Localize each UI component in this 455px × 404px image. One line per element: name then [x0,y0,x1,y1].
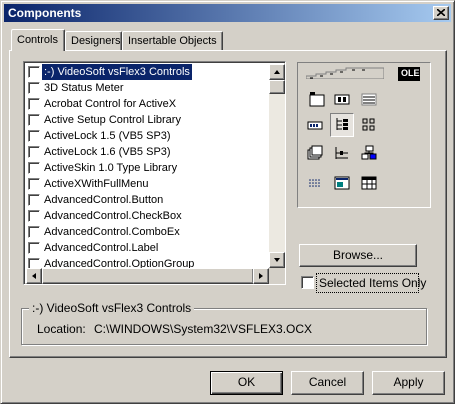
close-button[interactable] [433,6,449,20]
arrow-left-icon [32,273,36,279]
list-item-checkbox[interactable] [28,162,40,174]
list-item-checkbox[interactable] [28,114,40,126]
components-list[interactable]: :-) VideoSoft vsFlex3 Controls 3D Status … [23,61,286,285]
scroll-right-button[interactable] [253,268,269,284]
list-item[interactable]: AdvancedControl.OptionGroup [26,256,269,268]
frame-icon [306,89,328,109]
ok-button[interactable]: OK [210,371,283,395]
list-item-checkbox[interactable] [28,258,40,268]
list-item-checkbox[interactable] [28,98,40,110]
scroll-up-button[interactable] [269,64,285,80]
list-item-checkbox[interactable] [28,242,40,254]
control-preview: OLE [297,62,431,208]
list-item[interactable]: ActiveLock 1.5 (VB5 SP3) [26,128,269,144]
tab-controls-label: Controls [17,34,58,46]
window-title: Components [8,6,82,20]
apply-button-label: Apply [393,375,424,389]
list-item-label: :-) VideoSoft vsFlex3 Controls [41,64,193,81]
list-item-label: ActiveLock 1.5 (VB5 SP3) [44,130,171,142]
list-item-label: AdvancedControl.OptionGroup [44,258,195,268]
list-item-checkbox[interactable] [28,226,40,238]
list-item[interactable]: :-) VideoSoft vsFlex3 Controls [26,64,269,81]
tabstrip-icon [304,143,326,163]
ok-button-label: OK [237,375,256,389]
components-list-items: :-) VideoSoft vsFlex3 Controls 3D Status … [26,64,269,268]
close-icon [437,9,445,16]
list-item-label: 3D Status Meter [44,82,124,94]
location-value: C:\WINDOWS\System32\VSFLEX3.OCX [94,322,313,336]
group-title: :-) VideoSoft vsFlex3 Controls [29,301,195,315]
grid-icon [358,173,380,193]
listview-icon [358,115,380,135]
arrow-down-icon [274,258,280,262]
image-icon [331,173,353,193]
list-item-label: AdvancedControl.Label [44,242,159,254]
list-item-checkbox[interactable] [28,130,40,142]
list-item[interactable]: AdvancedControl.Label [26,240,269,256]
scrollbar-corner [269,268,285,284]
location-label: Location: [37,322,86,336]
treeview-icon [330,113,354,137]
browse-button-label: Browse... [332,248,383,262]
selected-items-only-checkbox[interactable] [301,276,314,289]
ole-icon: OLE [398,67,420,81]
list-item-checkbox[interactable] [28,82,40,94]
list-item-label: AdvancedControl.Button [44,194,164,206]
cancel-button[interactable]: Cancel [291,371,364,395]
list-item-label: AdvancedControl.ComboEx [44,226,180,238]
cancel-button-label: Cancel [308,375,347,389]
list-item[interactable]: AdvancedControl.ComboEx [26,224,269,240]
staircase-icon [306,67,384,79]
apply-button[interactable]: Apply [372,371,445,395]
slider-icon [331,143,353,163]
list-item[interactable]: 3D Status Meter [26,80,269,96]
list-item[interactable]: ActiveXWithFullMenu [26,176,269,192]
list-item-label: ActiveLock 1.6 (VB5 SP3) [44,146,171,158]
ole-label: OLE [401,68,420,78]
list-item[interactable]: AdvancedControl.CheckBox [26,208,269,224]
list-item-label: ActiveSkin 1.0 Type Library [44,162,178,174]
list-item-checkbox[interactable] [28,178,40,190]
header-icon [358,89,380,109]
list-item-label: ActiveXWithFullMenu [44,178,149,190]
tab-designers[interactable]: Designers [65,31,122,51]
list-item-checkbox[interactable] [28,194,40,206]
list-item-checkbox[interactable] [28,146,40,158]
tab-insertable-objects-label: Insertable Objects [128,35,217,47]
combo-icon [331,89,353,109]
list-item-label: AdvancedControl.CheckBox [44,210,182,222]
list-item[interactable]: AdvancedControl.Button [26,192,269,208]
tab-designers-label: Designers [71,35,121,47]
list-item-checkbox[interactable] [28,66,40,78]
list-item-label: Active Setup Control Library [44,114,181,126]
arrow-up-icon [274,70,280,74]
vertical-scroll-thumb[interactable] [269,80,285,94]
progressbar-icon [304,115,326,135]
title-bar[interactable]: Components [4,4,451,22]
list-item-label: Acrobat Control for ActiveX [44,98,177,110]
horizontal-scroll-thumb[interactable] [42,268,254,284]
tab-insertable-objects[interactable]: Insertable Objects [122,31,223,51]
tab-controls[interactable]: Controls [11,29,65,51]
scroll-down-button[interactable] [269,252,285,268]
list-item-checkbox[interactable] [28,210,40,222]
scroll-left-button[interactable] [26,268,42,284]
selected-items-only-label[interactable]: Selected Items Only [319,276,426,290]
vertical-scrollbar[interactable] [269,64,285,268]
browse-button[interactable]: Browse... [299,244,417,267]
list-item[interactable]: ActiveLock 1.6 (VB5 SP3) [26,144,269,160]
network-icon [358,143,380,163]
dotgrid-icon [304,173,326,193]
arrow-right-icon [259,273,263,279]
list-item[interactable]: Active Setup Control Library [26,112,269,128]
horizontal-scrollbar[interactable] [26,268,269,284]
list-item[interactable]: Acrobat Control for ActiveX [26,96,269,112]
list-item[interactable]: ActiveSkin 1.0 Type Library [26,160,269,176]
components-dialog: Components Controls Designers Insertable… [0,0,455,404]
